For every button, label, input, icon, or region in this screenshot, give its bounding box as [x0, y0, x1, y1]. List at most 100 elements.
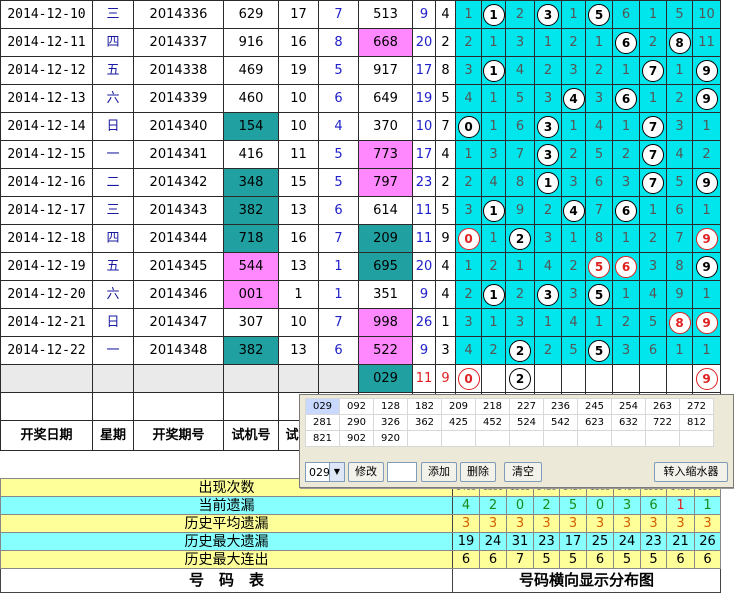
combo-item[interactable]: 290: [339, 414, 374, 431]
test-sum: 11: [278, 140, 319, 169]
combo-item[interactable]: 632: [611, 414, 646, 431]
draw-sum: 17: [412, 140, 436, 169]
combo-item[interactable]: 812: [679, 414, 714, 431]
combo-item[interactable]: 236: [543, 398, 578, 415]
distribution-cell: [666, 364, 693, 393]
draw-date: 2014-12-11: [0, 28, 93, 57]
distribution-cell: 2: [455, 168, 482, 197]
chevron-down-icon[interactable]: ▼: [329, 463, 344, 481]
combo-item[interactable]: 182: [407, 398, 442, 415]
combo-input[interactable]: [387, 462, 417, 482]
distribution-cell: 9: [692, 224, 721, 253]
test-sum: 10: [278, 112, 319, 141]
distribution-cell: 2: [639, 224, 667, 253]
number-ball: 6: [615, 87, 637, 110]
table-row: 2014-12-21 日 2014347 307 10 7 998 26 1 3 1 3 1 4 1 2 5 8 9: [0, 308, 721, 337]
delete-button[interactable]: 删除: [460, 462, 496, 482]
test-number: 348: [223, 168, 279, 197]
combo-item[interactable]: 209: [441, 398, 476, 415]
clear-button[interactable]: 清空: [504, 462, 542, 482]
stats-value: 3: [559, 514, 587, 533]
draw-number: 797: [358, 168, 413, 197]
test-span: 1: [318, 252, 359, 281]
distribution-cell: 3: [534, 0, 562, 29]
add-button[interactable]: 添加: [421, 462, 457, 482]
draw-span: 5: [435, 196, 456, 225]
draw-sum: 17: [412, 56, 436, 85]
distribution-cell: 2: [561, 28, 586, 57]
combo-item[interactable]: 722: [645, 414, 680, 431]
combo-item[interactable]: 821: [305, 430, 340, 447]
distribution-cell: 2: [585, 56, 613, 85]
number-ball: 7: [642, 171, 664, 194]
combo-item[interactable]: 254: [611, 398, 646, 415]
combo-item[interactable]: 326: [373, 414, 408, 431]
number-ball: 1: [482, 283, 505, 306]
empty-cell: [92, 364, 134, 393]
combo-item[interactable]: 272: [679, 398, 714, 415]
combo-item[interactable]: 362: [407, 414, 442, 431]
combo-item[interactable]: 425: [441, 414, 476, 431]
number-ball: 7: [642, 115, 664, 138]
draw-span: 4: [435, 140, 456, 169]
combo-item: [645, 430, 680, 447]
stats-value: 0: [586, 496, 614, 515]
distribution-cell: [561, 364, 586, 393]
combination-popup: 029 092 128 182 209 218 227 236 245 254 263 272 281 2…: [299, 394, 734, 488]
distribution-cell: 1: [481, 280, 506, 309]
number-ball: 1: [482, 3, 505, 26]
distribution-cell: 3: [612, 168, 640, 197]
combo-item: [679, 430, 714, 447]
combo-item[interactable]: 623: [577, 414, 612, 431]
distribution-cell: 7: [639, 112, 667, 141]
combo-item[interactable]: 227: [509, 398, 544, 415]
current-draw-row: 029 11 9 0 2 9: [0, 364, 721, 393]
combo-item[interactable]: 092: [339, 398, 374, 415]
combo-item[interactable]: 029: [305, 398, 340, 415]
combo-item[interactable]: 452: [475, 414, 510, 431]
stats-value: 3: [506, 514, 534, 533]
number-ball: 4: [562, 87, 585, 110]
distribution-cell: 5: [639, 308, 667, 337]
combo-row: 029 092 128 182 209 218 227 236 245 254 263 272: [305, 398, 714, 415]
stats-value: 3: [613, 514, 641, 533]
combo-item[interactable]: 281: [305, 414, 340, 431]
combo-item[interactable]: 218: [475, 398, 510, 415]
combo-item[interactable]: 524: [509, 414, 544, 431]
combo-item[interactable]: 542: [543, 414, 578, 431]
draw-date: 2014-12-19: [0, 252, 93, 281]
stats-value: 2: [533, 496, 560, 515]
distribution-cell: 1: [585, 308, 613, 337]
period-number: 2014341: [133, 140, 224, 169]
combo-select[interactable]: 029 ▼: [305, 462, 345, 482]
number-ball: 3: [537, 115, 559, 138]
combo-item[interactable]: 128: [373, 398, 408, 415]
distribution-cell: 3: [455, 308, 482, 337]
combo-item[interactable]: 245: [577, 398, 612, 415]
stats-label: 历史平均遗漏: [0, 514, 453, 533]
send-to-shrinker-button[interactable]: 转入缩水器: [654, 462, 728, 482]
period-number: 2014343: [133, 196, 224, 225]
empty-cell: [278, 364, 319, 393]
distribution-cell: 3: [505, 308, 535, 337]
distribution-cell: 5: [585, 336, 613, 365]
stats-value: 5: [559, 550, 587, 569]
distribution-cell: 3: [561, 280, 586, 309]
stats-value: 5: [613, 550, 641, 569]
distribution-cell: [481, 364, 506, 393]
stats-value: 21: [666, 532, 695, 551]
combo-item[interactable]: 920: [373, 430, 408, 447]
test-span: 1: [318, 280, 359, 309]
stats-value: 6: [452, 550, 480, 569]
combo-item[interactable]: 263: [645, 398, 680, 415]
combo-item[interactable]: 902: [339, 430, 374, 447]
empty-cell: [318, 364, 359, 393]
weekday: 四: [92, 224, 134, 253]
modify-button[interactable]: 修改: [348, 462, 384, 482]
number-ball: 1: [482, 199, 505, 222]
period-number: 2014342: [133, 168, 224, 197]
distribution-cell: 2: [505, 364, 535, 393]
distribution-cell: 8: [666, 28, 693, 57]
distribution-cell: 2: [481, 252, 506, 281]
distribution-cell: 7: [639, 168, 667, 197]
